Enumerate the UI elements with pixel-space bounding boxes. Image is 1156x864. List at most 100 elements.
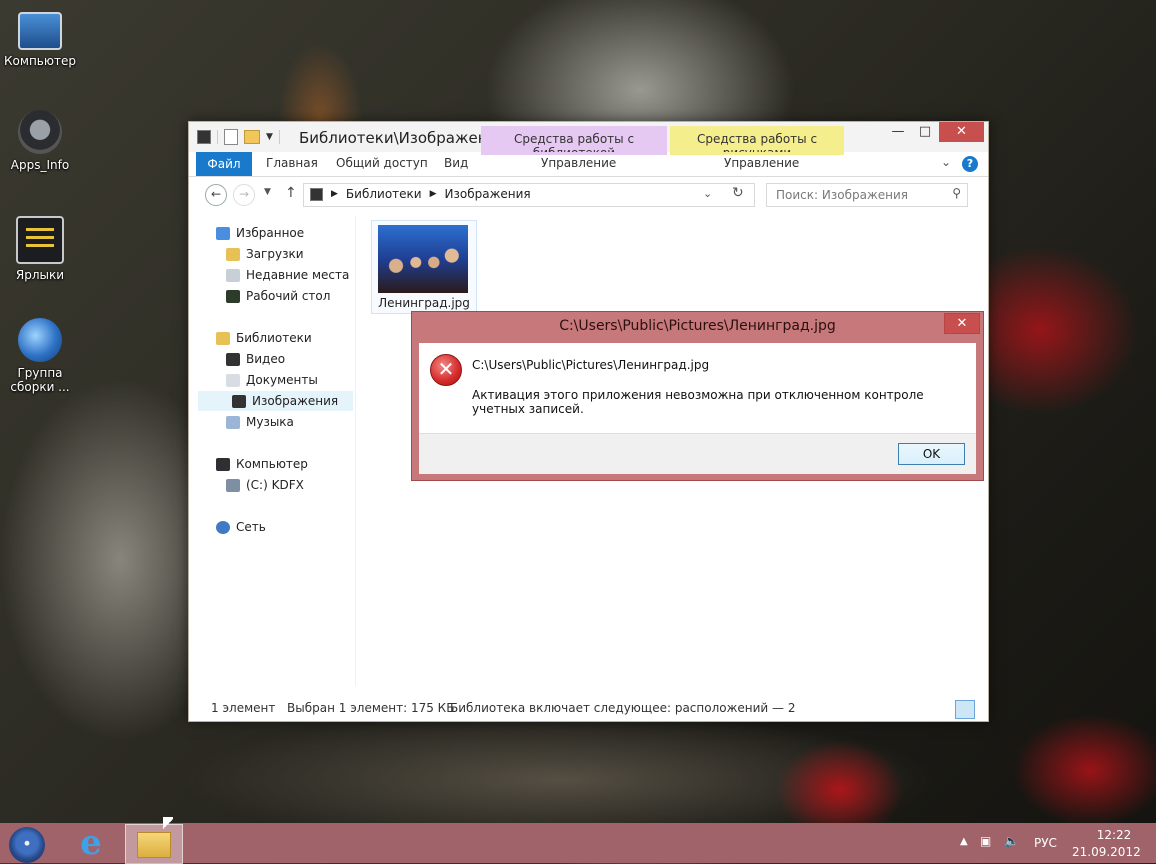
network-icon: [216, 520, 230, 534]
desktop-icon-label: Ярлыки: [15, 268, 65, 282]
tab-share[interactable]: Общий доступ: [336, 156, 428, 170]
nav-network[interactable]: Сеть: [216, 517, 266, 537]
computer-icon: [18, 12, 62, 50]
large-icons-view-icon[interactable]: [955, 700, 975, 719]
status-bar: 1 элемент Выбран 1 элемент: 175 КБ Библи…: [189, 697, 988, 721]
desktop-icon-apps-info[interactable]: Apps_Info: [2, 110, 78, 172]
language-indicator[interactable]: РУС: [1034, 836, 1057, 850]
divider: [278, 130, 280, 144]
libraries-icon: [216, 331, 230, 345]
volume-icon[interactable]: 🔈: [1004, 834, 1019, 848]
music-icon: [226, 415, 240, 429]
status-library-info: Библиотека включает следующее: расположе…: [450, 701, 796, 715]
title-bar[interactable]: ▼ Библиотеки\Изображен... Средства работ…: [189, 122, 988, 160]
tab-view[interactable]: Вид: [444, 156, 468, 170]
address-dropdown-icon[interactable]: ⌄: [703, 187, 712, 200]
search-icon[interactable]: ⚲: [952, 186, 961, 200]
breadcrumb-libraries[interactable]: Библиотеки: [346, 187, 422, 201]
status-selection: Выбран 1 элемент: 175 КБ: [287, 701, 455, 715]
properties-icon[interactable]: [224, 129, 238, 145]
file-explorer-taskbar-button[interactable]: [125, 824, 183, 864]
nav-music[interactable]: Музыка: [226, 412, 294, 432]
library-icon: [310, 187, 323, 201]
recent-locations-icon[interactable]: ▼: [264, 187, 271, 197]
show-hidden-icons-icon[interactable]: ▲: [960, 836, 968, 847]
folder-icon: [137, 832, 171, 858]
divider: [217, 130, 218, 144]
close-button[interactable]: ✕: [939, 122, 984, 142]
tab-manage-library[interactable]: Управление: [541, 156, 616, 170]
maximize-button[interactable]: □: [912, 122, 938, 142]
dialog-close-button[interactable]: ✕: [944, 313, 980, 334]
nav-desktop[interactable]: Рабочий стол: [226, 286, 330, 306]
ribbon-tabs: Файл Главная Общий доступ Вид Управление…: [189, 152, 988, 177]
help-icon[interactable]: ?: [962, 156, 978, 172]
dialog-footer: OK: [419, 433, 976, 474]
address-field[interactable]: ▶ Библиотеки ▶ Изображения ⌄ ↻: [303, 183, 755, 207]
start-button[interactable]: [9, 827, 45, 863]
tab-home[interactable]: Главная: [266, 156, 318, 170]
quick-access-toolbar: ▼: [197, 129, 280, 145]
ok-button[interactable]: OK: [898, 443, 965, 465]
back-button[interactable]: ←: [205, 184, 227, 206]
video-icon: [226, 352, 240, 366]
refresh-icon[interactable]: ↻: [732, 185, 744, 201]
clock-time[interactable]: 12:22: [1084, 828, 1144, 842]
minimize-button[interactable]: —: [884, 122, 912, 142]
desktop-icon-shortcuts[interactable]: Ярлыки: [2, 216, 78, 282]
file-thumbnail[interactable]: Ленинград.jpg: [371, 220, 477, 314]
desktop-icon-computer[interactable]: Компьютер: [2, 6, 78, 68]
address-bar-row: ← → ▼ ↑ ▶ Библиотеки ▶ Изображения ⌄ ↻ П…: [189, 177, 988, 211]
mouse-cursor-icon: [163, 817, 173, 831]
tab-manage-picture[interactable]: Управление: [724, 156, 799, 170]
chevron-down-icon[interactable]: ▼: [266, 132, 273, 142]
desktop-icon-build-group[interactable]: Группа сборки ...: [2, 318, 78, 394]
navigation-pane: Избранное Загрузки Недавние места Рабочи…: [189, 216, 354, 686]
expand-ribbon-icon[interactable]: ⌄: [941, 155, 951, 169]
nav-favorites[interactable]: Избранное: [216, 223, 304, 243]
chevron-right-icon[interactable]: ▶: [430, 189, 437, 199]
computer-icon: [216, 457, 230, 471]
new-folder-icon[interactable]: [244, 130, 260, 144]
forward-button[interactable]: →: [233, 184, 255, 206]
pictures-icon: [232, 394, 246, 408]
context-tab-library-tools: Средства работы с библиотекой: [481, 126, 667, 160]
tab-file[interactable]: Файл: [196, 152, 252, 176]
image-preview: [378, 225, 468, 293]
nav-drive-c[interactable]: (C:) KDFX: [226, 475, 304, 495]
clock-date[interactable]: 21.09.2012: [1072, 845, 1141, 859]
up-arrow-icon[interactable]: ↑: [285, 185, 297, 201]
dialog-path: C:\Users\Public\Pictures\Ленинград.jpg: [472, 358, 710, 372]
breadcrumb-pictures[interactable]: Изображения: [445, 187, 531, 201]
nav-video[interactable]: Видео: [226, 349, 285, 369]
nav-computer[interactable]: Компьютер: [216, 454, 308, 474]
nav-documents[interactable]: Документы: [226, 370, 318, 390]
nav-downloads[interactable]: Загрузки: [226, 244, 304, 264]
globe-shortcut-icon: [18, 318, 62, 362]
desktop-icon-label: Apps_Info: [10, 158, 70, 172]
dialog-body: ✕ C:\Users\Public\Pictures\Ленинград.jpg…: [419, 343, 976, 433]
desktop-icon: [226, 289, 240, 303]
error-dialog: C:\Users\Public\Pictures\Ленинград.jpg ✕…: [411, 311, 984, 481]
picture-tools-strip: [670, 152, 844, 155]
taskbar: e ▲ ▣ 🔈 РУС 12:22 21.09.2012: [0, 823, 1156, 864]
nav-libraries[interactable]: Библиотеки: [216, 328, 312, 348]
internet-explorer-icon[interactable]: e: [72, 826, 110, 860]
desktop-icon-label: Группа сборки ...: [10, 366, 70, 394]
status-item-count: 1 элемент: [211, 701, 276, 715]
dialog-message: Активация этого приложения невозможна пр…: [472, 388, 924, 416]
pane-divider[interactable]: [355, 216, 356, 686]
context-tab-picture-tools: Средства работы с рисунками: [670, 126, 844, 160]
details-view-icon[interactable]: [934, 700, 954, 719]
file-name: Ленинград.jpg: [378, 296, 470, 310]
nav-recent[interactable]: Недавние места: [226, 265, 349, 285]
library-tools-strip: [481, 152, 667, 155]
search-input[interactable]: Поиск: Изображения ⚲: [766, 183, 968, 207]
nav-pictures[interactable]: Изображения: [198, 391, 353, 411]
chevron-right-icon[interactable]: ▶: [331, 189, 338, 199]
library-icon: [197, 130, 211, 144]
network-status-icon[interactable]: ▣: [980, 834, 991, 848]
documents-icon: [226, 373, 240, 387]
downloads-icon: [226, 247, 240, 261]
error-icon: ✕: [430, 354, 462, 386]
